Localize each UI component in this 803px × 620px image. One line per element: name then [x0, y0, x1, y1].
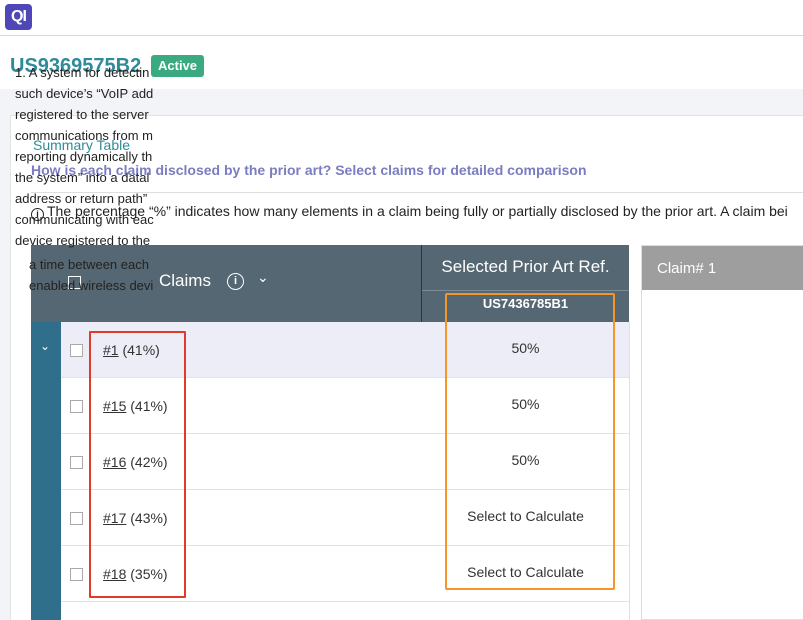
header-divider [422, 290, 629, 291]
claim-percentage: (35%) [130, 566, 168, 582]
row-side-bar: ⌄ [31, 322, 61, 378]
claim-detail-panel: Claim# 1 [641, 245, 803, 620]
table-row[interactable]: ⌄ #1 (41%) 50% [31, 322, 629, 378]
row-checkbox[interactable] [70, 456, 83, 469]
claim-text: 1. A system for detectin such device’s “… [15, 62, 215, 251]
row-side-bar [31, 546, 61, 602]
prior-art-ref[interactable]: US7436785B1 [422, 296, 629, 311]
claim-cell: #17 (43%) [103, 510, 168, 526]
claim-sub-element: a time between each enabled wireless dev… [29, 254, 229, 296]
claim-percentage: (41%) [130, 398, 168, 414]
claim-text-line: communicating with eac [15, 212, 154, 227]
claim-percentage: (41%) [122, 342, 160, 358]
claim-text-line: device registered to the [15, 233, 151, 248]
top-bar: QI [0, 0, 803, 36]
prior-art-percentage: 50% [511, 396, 540, 412]
claim-text-line: reporting dynamically th [15, 149, 153, 164]
prior-art-header-label: Selected Prior Art Ref. [441, 257, 610, 276]
claim-link[interactable]: #1 [103, 342, 119, 358]
claim-link[interactable]: #17 [103, 510, 126, 526]
claim-link[interactable]: #16 [103, 454, 126, 470]
claim-text-line: 1. A system for detectin [15, 65, 150, 80]
claim-cell: #1 (41%) [103, 342, 160, 358]
claim-detail-header: Claim# 1 [642, 246, 803, 290]
row-side-bar [31, 378, 61, 434]
claim-cell: #15 (41%) [103, 398, 168, 414]
app-logo[interactable]: QI [5, 4, 32, 30]
claim-cell: #16 (42%) [103, 454, 168, 470]
row-side-bar [31, 602, 61, 620]
column-border [629, 322, 630, 620]
prior-art-column-header: Selected Prior Art Ref. US7436785B1 [422, 245, 629, 322]
table-row[interactable]: #17 (43%) Select to Calculate [31, 490, 629, 546]
table-row[interactable]: #15 (41%) 50% [31, 378, 629, 434]
prior-art-percentage: 50% [511, 452, 540, 468]
row-checkbox[interactable] [70, 344, 83, 357]
claim-text-line: communications from m [15, 128, 153, 143]
claim-cell: #18 (35%) [103, 566, 168, 582]
claim-sub-line: enabled wireless devi [29, 278, 154, 293]
claim-text-line: such device’s “VoIP add [15, 86, 154, 101]
row-side-bar [31, 490, 61, 546]
row-checkbox[interactable] [70, 512, 83, 525]
claims-table-body: ⌄ #1 (41%) 50% #15 (41%) 50% #16 (42%) 5… [31, 322, 629, 620]
chevron-down-icon[interactable]: ⌄ [40, 339, 50, 353]
claim-text-line: registered to the server [15, 107, 149, 122]
table-row[interactable]: #16 (42%) 50% [31, 434, 629, 490]
claim-link[interactable]: #18 [103, 566, 126, 582]
prior-art-percentage[interactable]: Select to Calculate [422, 564, 629, 580]
claim-link[interactable]: #15 [103, 398, 126, 414]
claim-percentage: (42%) [130, 454, 168, 470]
table-row [31, 602, 629, 620]
claim-percentage: (43%) [130, 510, 168, 526]
prior-art-percentage[interactable]: Select to Calculate [422, 508, 629, 524]
chevron-down-icon[interactable]: ⌄ [257, 269, 269, 286]
claims-info-icon[interactable]: i [227, 273, 244, 290]
claim-detail-title: Claim# 1 [657, 260, 717, 277]
claim-text-line: address or return path” [15, 191, 148, 206]
table-row[interactable]: #18 (35%) Select to Calculate [31, 546, 629, 602]
row-checkbox[interactable] [70, 400, 83, 413]
prior-art-percentage: 50% [511, 340, 540, 356]
row-side-bar [31, 434, 61, 490]
row-checkbox[interactable] [70, 568, 83, 581]
claim-text-line: the system” into a datal [15, 170, 150, 185]
claim-sub-line: a time between each [29, 257, 149, 272]
